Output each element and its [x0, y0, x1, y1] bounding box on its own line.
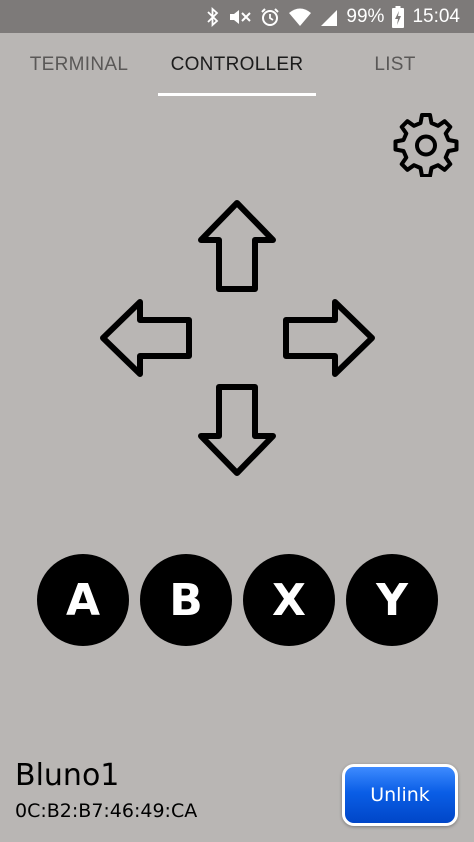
mute-icon — [228, 7, 252, 27]
battery-charging-icon — [392, 5, 405, 28]
arrow-left-icon — [100, 299, 192, 377]
button-x[interactable]: X — [243, 554, 335, 646]
gear-icon[interactable] — [393, 111, 459, 178]
unlink-button[interactable]: Unlink — [342, 764, 458, 826]
arrow-right-icon — [283, 299, 375, 377]
button-y[interactable]: Y — [346, 554, 438, 646]
tab-controller[interactable]: CONTROLLER — [158, 33, 316, 97]
alarm-icon — [260, 7, 280, 27]
tab-terminal[interactable]: TERMINAL — [0, 33, 158, 97]
device-name: Bluno1 — [15, 758, 120, 793]
dpad-up-button[interactable] — [196, 198, 278, 294]
device-mac-address: 0C:B2:B7:46:49:CA — [15, 800, 198, 822]
signal-icon — [320, 7, 338, 27]
bluetooth-icon — [206, 6, 220, 27]
dpad-down-button[interactable] — [196, 382, 278, 478]
button-a[interactable]: A — [37, 554, 129, 646]
tab-list[interactable]: LIST — [316, 33, 474, 97]
active-tab-indicator — [158, 93, 316, 96]
status-bar: 99% 15:04 — [0, 0, 474, 33]
battery-level: 99% — [346, 5, 385, 27]
tab-bar: TERMINAL CONTROLLER LIST — [0, 33, 474, 97]
arrow-up-icon — [198, 200, 276, 292]
button-b[interactable]: B — [140, 554, 232, 646]
dpad-right-button[interactable] — [281, 297, 377, 379]
dpad-left-button[interactable] — [98, 297, 194, 379]
clock: 15:04 — [412, 5, 460, 27]
arrow-down-icon — [198, 384, 276, 476]
wifi-icon — [288, 7, 312, 27]
